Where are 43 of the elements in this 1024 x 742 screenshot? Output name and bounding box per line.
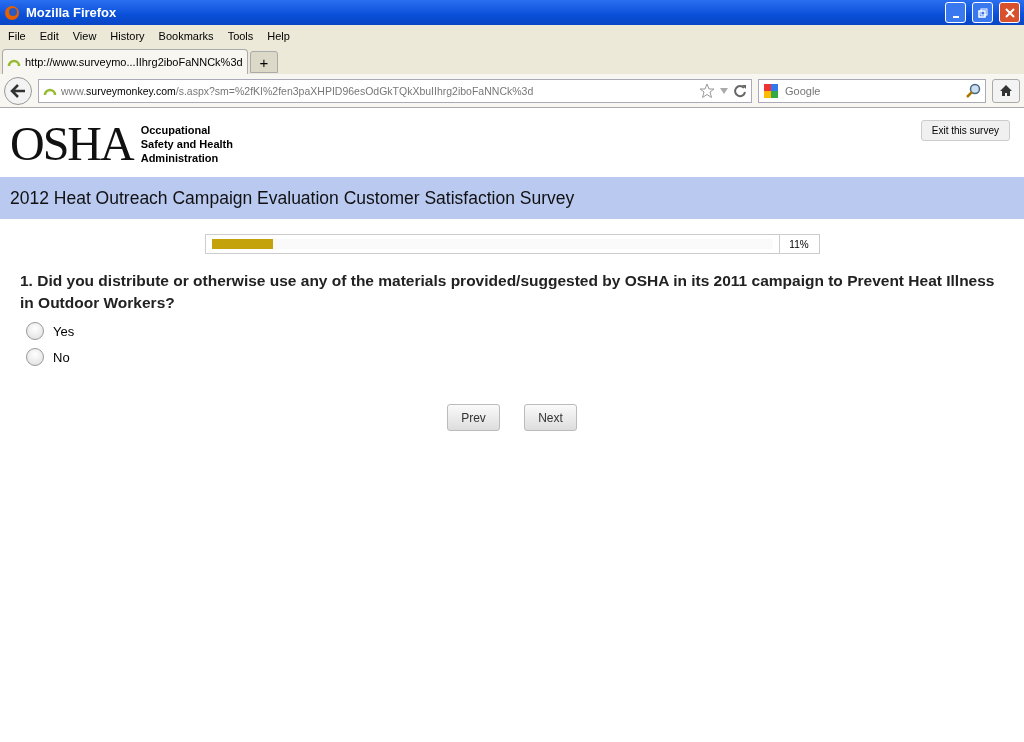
address-field[interactable]: www.surveymonkey.com/s.aspx?sm=%2fKI%2fen3paXHPID96esOdGkTQkXbuIIhrg2iboFaNNCk%3d — [38, 78, 752, 103]
reload-icon[interactable] — [733, 83, 747, 98]
restore-icon — [977, 7, 988, 18]
progress-percent: 11% — [778, 234, 820, 254]
browser-tab[interactable]: http://www.surveymo...IIhrg2iboFaNNCk%3d — [2, 49, 248, 74]
menu-item[interactable]: File — [2, 29, 32, 42]
next-button[interactable]: Next — [524, 404, 577, 431]
back-button[interactable] — [4, 76, 32, 105]
survey-title: 2012 Heat Outreach Campaign Evaluation Customer Satisfaction Survey — [0, 177, 1024, 219]
loading-arc-icon — [7, 57, 21, 67]
radio-button[interactable] — [26, 322, 44, 340]
home-button[interactable] — [992, 78, 1020, 103]
home-icon — [999, 84, 1013, 97]
prev-button[interactable]: Prev — [447, 404, 500, 431]
google-logo-icon — [763, 82, 779, 99]
search-field[interactable]: Google — [758, 78, 986, 103]
menu-item[interactable]: View — [66, 29, 103, 42]
agency-name-line: Administration — [140, 151, 220, 165]
menu-item[interactable]: Tools — [221, 29, 260, 42]
agency-name-line: Safety and Health — [140, 137, 233, 151]
osha-logo: OSHA — [10, 120, 133, 168]
menu-item[interactable]: History — [104, 29, 151, 42]
option-label[interactable]: Yes — [53, 323, 75, 339]
back-arrow-icon — [10, 83, 26, 98]
menu-item[interactable]: Edit — [33, 29, 65, 42]
minimize-button[interactable] — [945, 2, 966, 23]
minimize-icon — [952, 15, 959, 18]
close-button[interactable] — [999, 2, 1020, 23]
new-tab-button[interactable]: + — [250, 51, 278, 73]
window-title: Mozilla Firefox — [26, 5, 118, 20]
option-label[interactable]: No — [53, 349, 70, 365]
menu-item[interactable]: Bookmarks — [152, 29, 220, 42]
firefox-logo-icon — [4, 4, 20, 21]
dropdown-icon[interactable] — [719, 86, 729, 95]
question-text: 1. Did you distribute or otherwise use any of the materials provided/suggested by OSHA in its 2011 campaign to Prevent Heat Illness in Outdoor Workers? — [20, 271, 996, 313]
agency-name-line: Occupational — [140, 123, 212, 137]
star-icon[interactable] — [699, 82, 715, 99]
search-icon[interactable] — [965, 82, 981, 99]
exit-survey-button[interactable]: Exit this survey — [920, 120, 1010, 141]
menu-item[interactable]: Help — [261, 29, 296, 42]
restore-button[interactable] — [972, 2, 993, 23]
close-icon — [1004, 7, 1015, 18]
radio-button[interactable] — [26, 348, 44, 366]
